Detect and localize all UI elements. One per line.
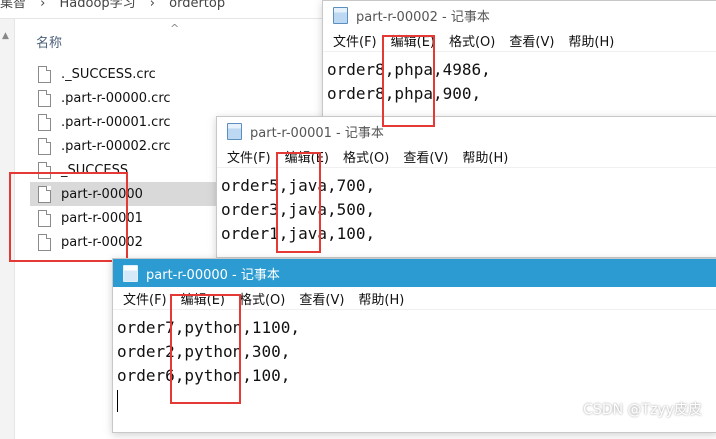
window-title-bar[interactable]: part-r-00000 - 记事本 [113, 259, 716, 287]
menu-view[interactable]: 查看(V) [403, 147, 448, 166]
menu-file[interactable]: 文件(F) [333, 31, 377, 50]
file-icon [38, 89, 51, 107]
menu-help[interactable]: 帮助(H) [462, 147, 508, 166]
file-icon [38, 113, 51, 131]
breadcrumb-separator: › [149, 0, 155, 10]
breadcrumb-item[interactable]: Hadoop学习 [60, 0, 136, 10]
breadcrumb-item[interactable]: 集智 [0, 0, 26, 10]
file-icon [38, 65, 51, 83]
menu-view[interactable]: 查看(V) [509, 31, 554, 50]
menu-format[interactable]: 格式(O) [239, 289, 285, 308]
window-title: part-r-00001 - 记事本 [250, 125, 384, 141]
sort-up-icon[interactable]: ^ [170, 22, 179, 35]
file-row[interactable]: ._SUCCESS.crc [30, 62, 330, 86]
menu-help[interactable]: 帮助(H) [568, 31, 614, 50]
window-title: part-r-00002 - 记事本 [356, 9, 490, 25]
window-title-bar[interactable]: part-r-00002 - 记事本 [323, 1, 716, 29]
file-name: .part-r-00002.crc [61, 138, 171, 154]
highlight-box-java [276, 152, 321, 253]
highlight-box-phpa [382, 35, 435, 127]
file-name: .part-r-00001.crc [61, 114, 171, 130]
file-name: .part-r-00000.crc [61, 90, 171, 106]
notepad-icon [227, 122, 242, 140]
file-icon [38, 137, 51, 155]
notepad-icon [123, 264, 138, 282]
menu-file[interactable]: 文件(F) [123, 289, 167, 308]
menu-view[interactable]: 查看(V) [299, 289, 344, 308]
menu-format[interactable]: 格式(O) [343, 147, 389, 166]
text-caret [117, 389, 118, 412]
watermark-text: CSDN @Tzyy皮皮 [583, 402, 702, 418]
chevron-up-icon[interactable]: ▲ [2, 31, 9, 41]
column-header-name[interactable]: 名称 [36, 32, 62, 51]
menu-file[interactable]: 文件(F) [227, 147, 271, 166]
file-name: ._SUCCESS.crc [61, 66, 156, 82]
notepad-icon [333, 6, 348, 24]
menu-help[interactable]: 帮助(H) [358, 289, 404, 308]
divider [0, 18, 330, 19]
breadcrumb[interactable]: 集智 › Hadoop学习 › ordertop [0, 0, 330, 10]
menu-format[interactable]: 格式(O) [449, 31, 495, 50]
highlight-box-part-files [9, 172, 128, 262]
breadcrumb-item[interactable]: ordertop [169, 0, 225, 10]
window-title: part-r-00000 - 记事本 [146, 267, 280, 283]
highlight-box-python [170, 294, 241, 404]
window-title-bar[interactable]: part-r-00001 - 记事本 [217, 117, 716, 145]
breadcrumb-separator: › [40, 0, 46, 10]
file-row[interactable]: .part-r-00000.crc [30, 86, 330, 110]
